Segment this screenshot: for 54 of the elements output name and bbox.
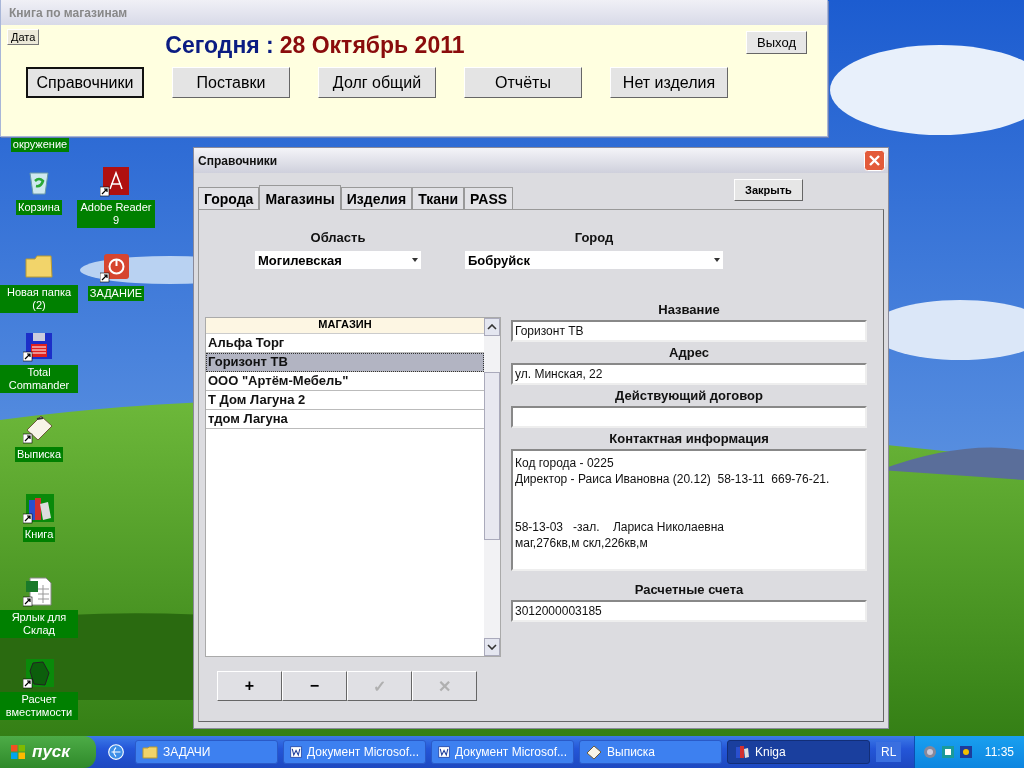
desktop-icon-label[interactable]: Корзина [16, 200, 62, 215]
field-label: Расчетные счета [634, 582, 744, 597]
desktop-icon-label[interactable]: Total Commander [0, 365, 78, 393]
today-date: 28 Октябрь 2011 [279, 32, 465, 59]
desktop-icon-label[interactable]: ЗАДАНИЕ [87, 286, 145, 301]
desktop-icon-label[interactable]: Выписка [15, 447, 63, 462]
tab[interactable]: Города [198, 187, 260, 209]
desktop-icon-label[interactable]: Adobe Reader 9 [77, 200, 155, 228]
desktop-icon-label[interactable]: Ярлык для Склад [0, 610, 78, 638]
list-row[interactable]: Т Дом Лагуна 2 [206, 391, 484, 410]
taskbar-button[interactable]: Документ Microsof... [283, 740, 426, 764]
clock: 11:35 [984, 745, 1014, 759]
language-indicator[interactable]: RL [876, 742, 902, 762]
dialog-title: Справочники [198, 153, 278, 168]
date-button[interactable]: Дата [7, 29, 40, 45]
taskbar-button[interactable]: ЗАДАЧИ [135, 740, 278, 764]
nav-button[interactable]: Поставки [172, 67, 290, 98]
field-label: Название [658, 302, 720, 317]
nav-button[interactable]: Справочники [26, 67, 144, 98]
desktop-icon-label[interactable]: Расчет вместимости [0, 692, 78, 720]
field-label: Действующий договор [615, 388, 763, 403]
city-dropdown[interactable]: Бобруйск [465, 251, 723, 269]
list-row[interactable]: Горизонт ТВ [206, 353, 484, 372]
exit-button[interactable]: Выход [746, 31, 807, 54]
today-label: Сегодня : [165, 32, 274, 59]
list-row[interactable]: тдом Лагуна [206, 410, 484, 429]
desktop-icon-label[interactable]: Книга [22, 527, 56, 542]
input-field[interactable]: ул. Минская, 22 [511, 363, 867, 385]
text-area[interactable]: Код города - 0225 Директор - Раиса Ивановна (20.12) 58-13-11 669-76-21. 58-13-03 -зал. Лариса Николаевна маг,276кв,м скл,226кв,м [511, 449, 867, 571]
start-button[interactable]: пуск [0, 736, 96, 768]
nav-button[interactable]: Отчёты [464, 67, 582, 98]
region-dropdown[interactable]: Могилевская [255, 251, 421, 269]
city-label: Город [574, 230, 614, 245]
window-title: Книга по магазинам [9, 5, 128, 20]
record-button[interactable]: + [217, 671, 282, 701]
tab[interactable]: Магазины [259, 185, 341, 210]
tab[interactable]: PASS [464, 187, 514, 209]
taskbar-button[interactable]: Документ Microsof... [431, 740, 574, 764]
field-label: Контактная информация [609, 431, 769, 446]
desktop-icon-label[interactable]: Новая папка (2) [0, 285, 78, 313]
taskbar-button[interactable]: Выписка [579, 740, 722, 764]
close-button[interactable]: Закрыть [734, 179, 803, 201]
taskbar-button[interactable]: Kniga [727, 740, 870, 764]
nav-button[interactable]: Долг общий [318, 67, 436, 98]
input-field[interactable]: 3012000003185 [511, 600, 867, 622]
nav-button[interactable]: Нет изделия [610, 67, 728, 98]
tab[interactable]: Изделия [340, 187, 413, 209]
record-button[interactable]: − [282, 671, 347, 701]
input-field[interactable]: Горизонт ТВ [511, 320, 867, 342]
region-label: Область [310, 230, 366, 245]
field-label: Адрес [669, 345, 709, 360]
list-row[interactable]: ООО "Артём-Мебель" [206, 372, 484, 391]
column-header: МАГАЗИН [206, 318, 484, 334]
tab[interactable]: Ткани [412, 187, 465, 209]
